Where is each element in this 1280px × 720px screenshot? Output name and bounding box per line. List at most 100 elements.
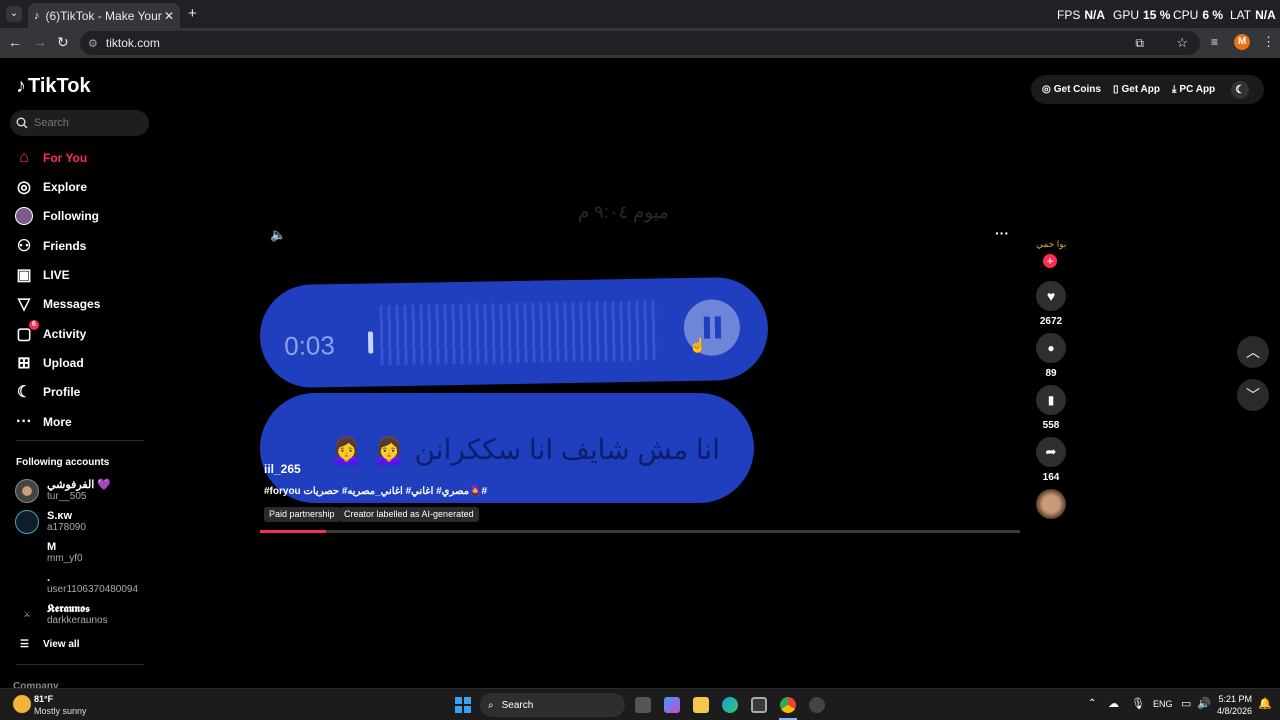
like-button[interactable]: ♥	[1036, 281, 1066, 311]
video-more-options-icon[interactable]: ···	[995, 225, 1009, 241]
bookmark-star-icon[interactable]: ☆	[1176, 35, 1188, 51]
save-button[interactable]: ▮	[1036, 385, 1066, 415]
browser-menu-icon[interactable]: ⋮	[1262, 34, 1275, 50]
get-app-button[interactable]: Get App	[1121, 84, 1160, 95]
previous-video-button[interactable]: ︿	[1237, 336, 1269, 368]
reload-icon[interactable]: ↻	[57, 34, 69, 51]
sidebar-item-activity[interactable]: ▢ 6 Activity	[15, 320, 87, 346]
address-bar[interactable]: ⚙ tiktok.com ⧉ ☆	[80, 31, 1200, 55]
network-icon[interactable]: ▭	[1181, 697, 1191, 710]
forward-arrow-icon[interactable]: →	[33, 34, 47, 50]
video-caption[interactable]: #foryou مصري# اغاني# اغاني_مصريه# حصريات…	[264, 486, 487, 497]
search-icon	[16, 117, 28, 129]
start-tile	[455, 706, 462, 713]
tiktok-favicon-icon: ♪	[34, 9, 40, 22]
header-actions: ◎ Get Coins ▯ Get App ⤓ PC App ☾	[1031, 75, 1264, 104]
video-author[interactable]: iil_265	[264, 462, 301, 476]
back-arrow-icon[interactable]: ←	[8, 34, 22, 50]
app-icon[interactable]	[809, 697, 825, 713]
media-control-icon[interactable]: ≡	[1211, 35, 1218, 49]
weather-temp[interactable]: 81°F	[34, 694, 53, 704]
video-player[interactable]: ميوم ٩:٠٤ م 🔈 ··· 0:03 انا مش شايف انا س…	[259, 195, 1020, 535]
microphone-icon[interactable]: 🎙	[1131, 697, 1145, 710]
notification-bell-icon[interactable]: 🔔	[1258, 697, 1272, 710]
following-account[interactable]: الفرفوشي 💜 tur__505	[15, 479, 111, 503]
sidebar-item-messages[interactable]: ▽ Messages	[15, 292, 101, 316]
sidebar-item-upload[interactable]: ⊞ Upload	[15, 351, 83, 375]
sidebar-item-label: For You	[43, 151, 88, 165]
sidebar-item-following[interactable]: Following	[15, 204, 99, 228]
onedrive-cloud-icon[interactable]: ☁	[1108, 697, 1119, 710]
windows-start-icon[interactable]	[455, 697, 471, 713]
following-account[interactable]: ⚔ 𝕶𝖊𝖗𝖆𝖚𝖓𝖔𝖘 darkkeraunos	[15, 603, 108, 627]
follow-plus-button[interactable]: +	[1043, 254, 1057, 268]
file-explorer-icon[interactable]	[693, 697, 709, 713]
more-dots-icon: ···	[16, 413, 32, 430]
volume-icon[interactable]: 🔈	[270, 227, 286, 243]
browser-tab[interactable]: ♪ (6)TikTok - Make Your Day ✕	[28, 3, 180, 28]
friends-icon: ⚇	[16, 238, 32, 255]
video-progress-track[interactable]	[260, 530, 1020, 533]
tab-search-button[interactable]: ⌄	[6, 6, 22, 22]
profile-avatar[interactable]: M	[1234, 34, 1250, 50]
edge-icon[interactable]	[722, 697, 738, 713]
sidebar-item-profile[interactable]: ☾ Profile	[15, 380, 81, 404]
account-name: S.ĸw	[47, 510, 73, 522]
sound-disc-avatar[interactable]	[1036, 489, 1066, 519]
download-icon: ⤓	[1172, 84, 1177, 95]
sidebar-divider	[16, 664, 144, 665]
following-account[interactable]: S.ĸw a178090	[15, 510, 86, 534]
install-app-icon[interactable]: ⧉	[1135, 36, 1144, 51]
share-count: 164	[1042, 472, 1060, 483]
clock-time[interactable]: 5:21 PM	[1218, 694, 1252, 704]
list-icon: ☰	[20, 639, 29, 650]
activity-badge: 6	[29, 320, 39, 330]
language-indicator[interactable]: ENG	[1153, 699, 1173, 709]
clock-date[interactable]: 4/8/2026	[1216, 706, 1252, 716]
tiktok-note-icon: ♪	[16, 75, 26, 97]
chevron-down-icon: ﹀	[1246, 387, 1260, 403]
url-text: tiktok.com	[105, 36, 160, 50]
lat-stat: LAT N/A	[1230, 8, 1276, 22]
following-account[interactable]: Mmm_yf0	[15, 541, 83, 565]
creator-avatar[interactable]: ابوا خمي	[1036, 232, 1066, 256]
start-tile	[464, 697, 471, 704]
next-video-button[interactable]: ﹀	[1237, 379, 1269, 411]
search-box[interactable]	[10, 110, 149, 136]
pc-app-button[interactable]: PC App	[1179, 84, 1215, 95]
sidebar-item-explore[interactable]: ◎ Explore	[15, 175, 87, 199]
ai-generated-tag[interactable]: Creator labelled as AI-generated	[339, 507, 479, 522]
following-avatar-icon	[15, 207, 33, 225]
view-all-link[interactable]: ☰ View all	[20, 639, 79, 650]
speaker-icon[interactable]: 🔊	[1197, 697, 1211, 710]
tray-overflow-icon[interactable]: ⌃	[1088, 698, 1096, 709]
avatar	[15, 479, 39, 503]
gpu-stat: GPU 15 %	[1113, 8, 1171, 22]
weather-desc[interactable]: Mostly sunny	[34, 706, 87, 716]
store-icon[interactable]	[751, 697, 767, 713]
sidebar-item-for-you[interactable]: ⌂ For You	[15, 146, 87, 170]
sidebar-item-label: Activity	[43, 327, 87, 341]
share-button[interactable]: ➦	[1036, 437, 1066, 467]
user-avatar-moon-icon[interactable]: ☾	[1231, 80, 1250, 99]
new-tab-button[interactable]: +	[188, 5, 197, 22]
chrome-icon[interactable]	[780, 697, 796, 713]
taskbar-search-label: Search	[501, 699, 534, 711]
copilot-icon[interactable]	[664, 697, 680, 713]
start-tile	[464, 706, 471, 713]
task-view-icon[interactable]	[635, 697, 651, 713]
close-tab-icon[interactable]: ✕	[164, 9, 174, 23]
activity-inbox-icon: ▢ 6	[15, 320, 39, 343]
site-info-icon[interactable]: ⚙	[88, 37, 98, 50]
following-account[interactable]: . user1106370480094	[15, 572, 138, 596]
tiktok-logo[interactable]: ♪ TikTok	[16, 75, 91, 98]
view-all-label: View all	[42, 639, 80, 650]
sidebar-item-live[interactable]: ▣ LIVE	[15, 263, 69, 287]
search-input[interactable]	[34, 117, 144, 129]
comment-button[interactable]: ●	[1036, 333, 1066, 363]
sidebar-item-more[interactable]: ··· More	[15, 410, 72, 434]
sidebar-item-friends[interactable]: ⚇ Friends	[15, 234, 87, 258]
get-coins-button[interactable]: Get Coins	[1054, 84, 1101, 95]
taskbar-search[interactable]: ⌕ Search	[480, 693, 625, 717]
sidebar-item-label: Following	[43, 209, 99, 223]
